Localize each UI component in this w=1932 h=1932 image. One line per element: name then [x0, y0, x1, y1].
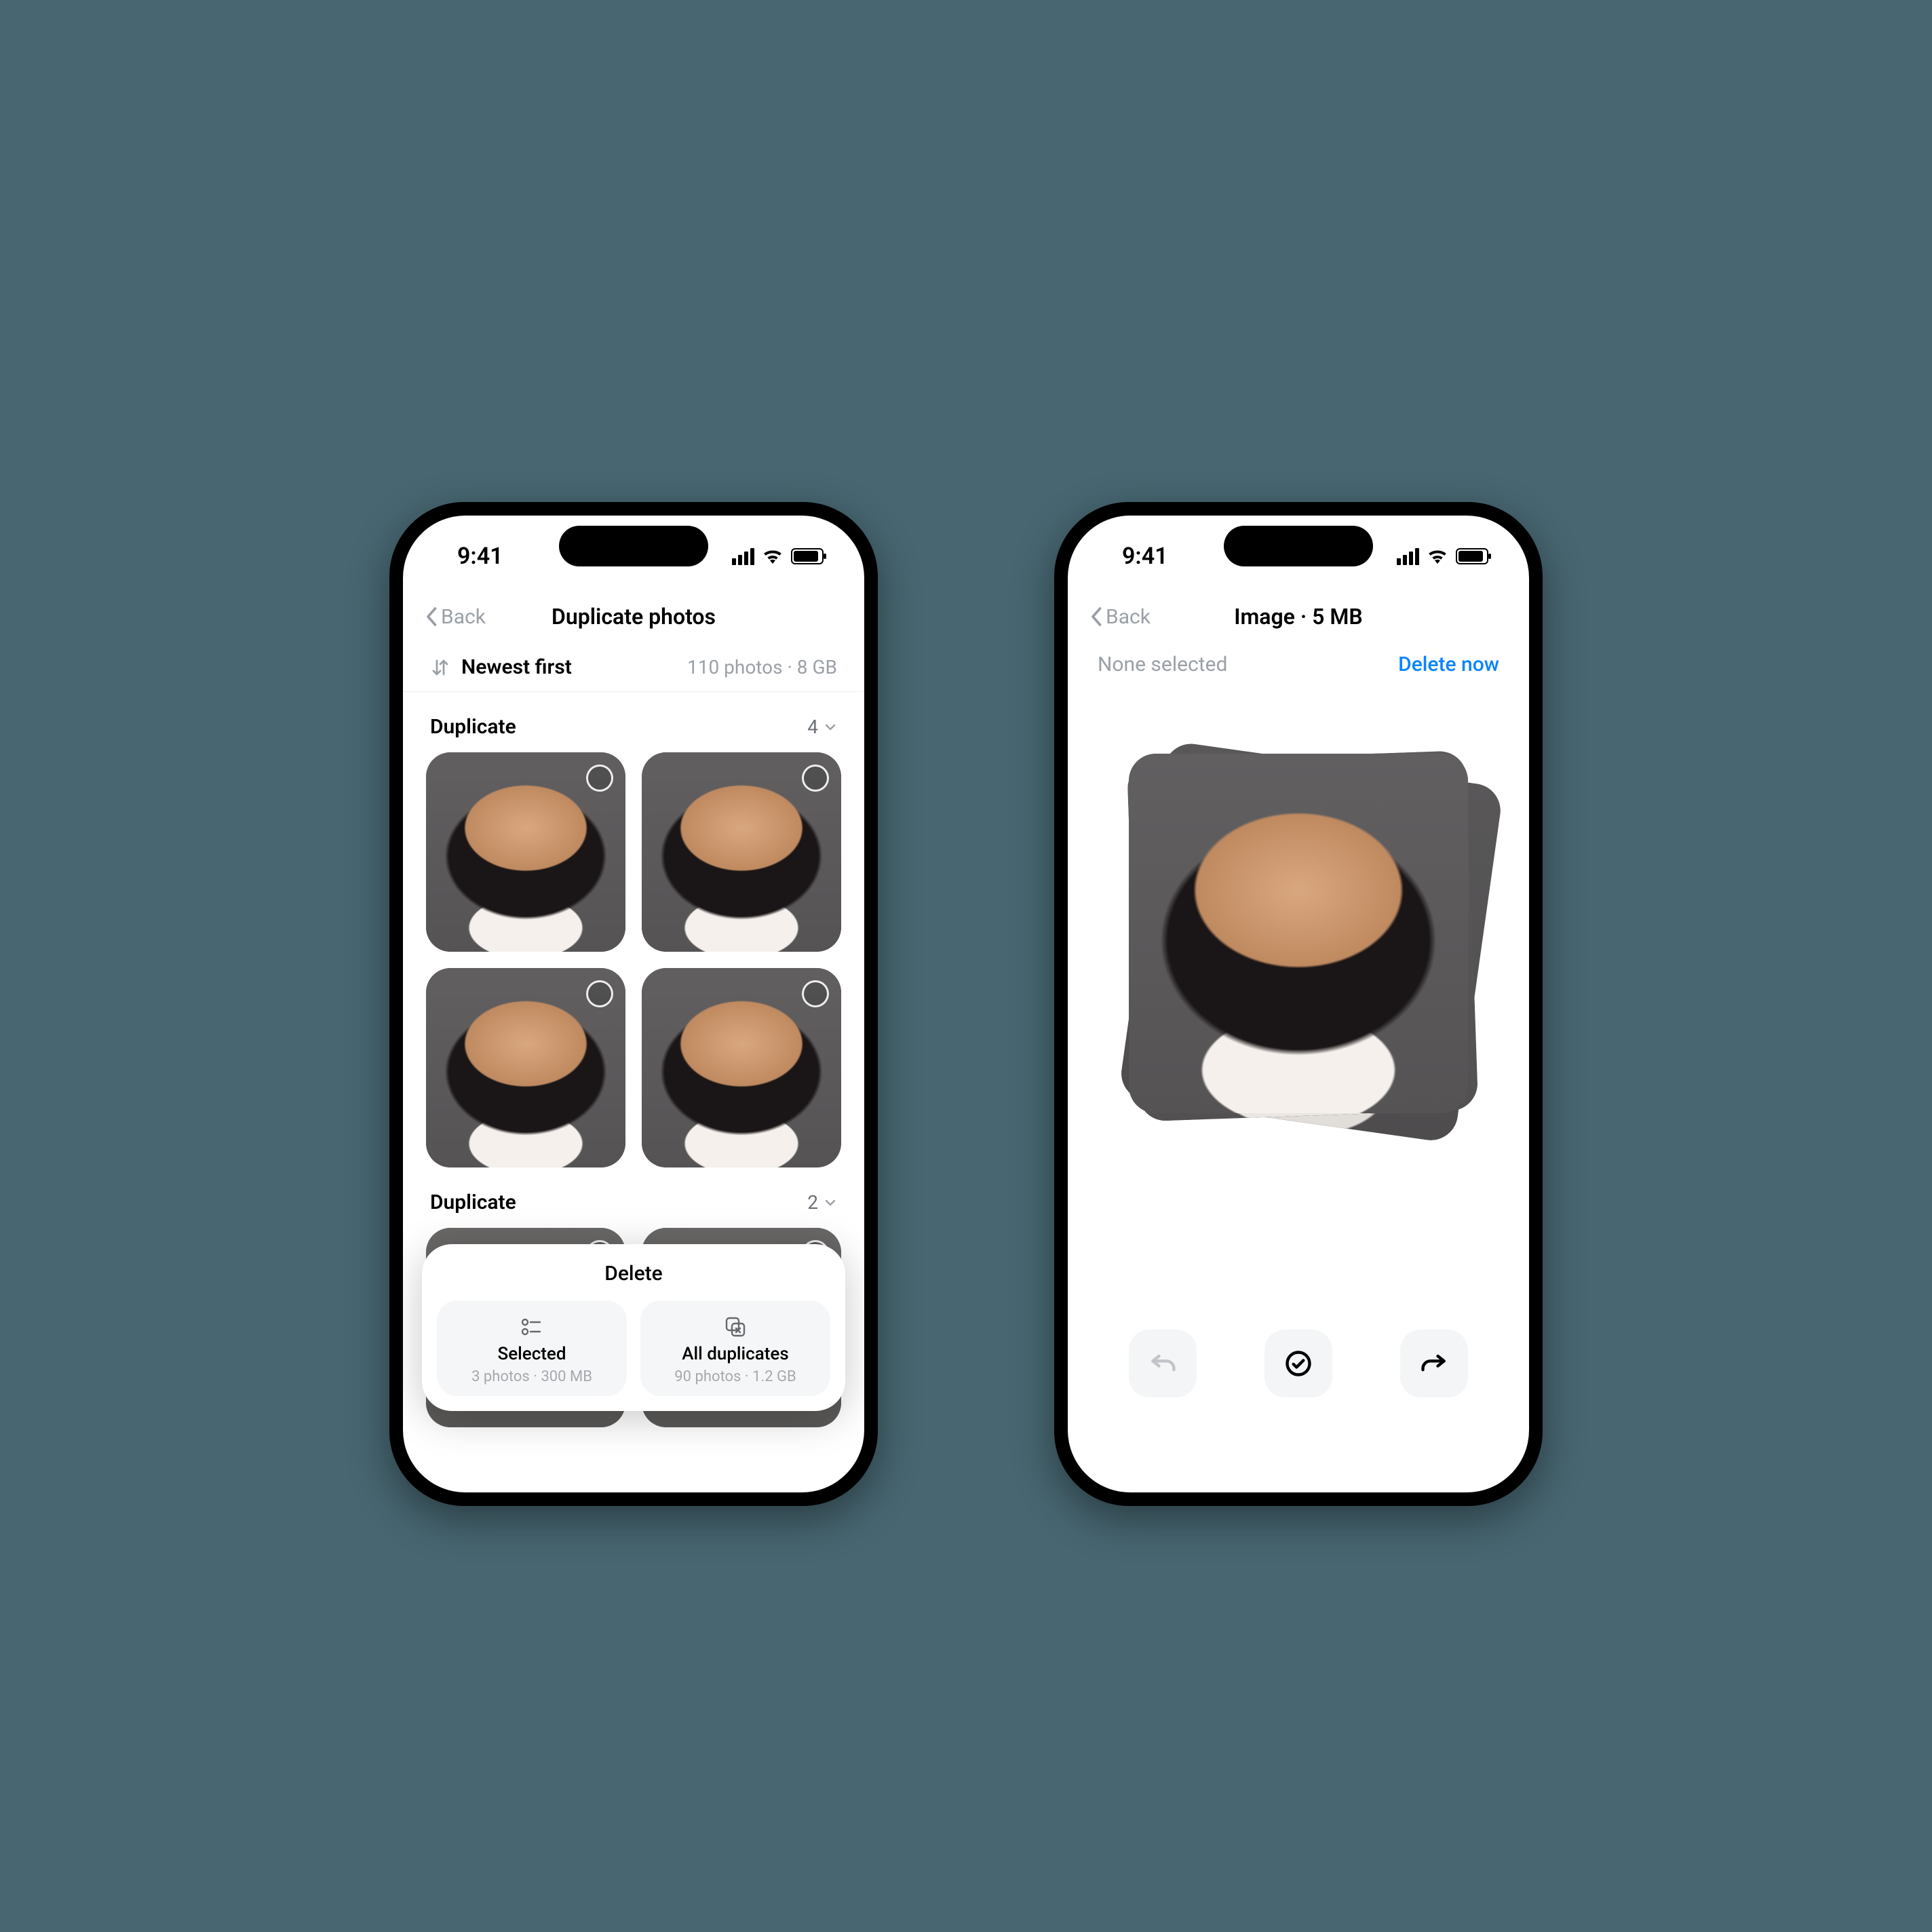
- delete-sheet: Delete Selected 3 photos · 300 MB All du…: [422, 1244, 845, 1411]
- button-subtext: 90 photos · 1.2 GB: [647, 1368, 824, 1385]
- photo-thumb[interactable]: [426, 968, 625, 1167]
- group-count: 2: [807, 1191, 837, 1214]
- keep-button[interactable]: [1264, 1330, 1332, 1397]
- undo-button[interactable]: [1129, 1330, 1197, 1397]
- select-circle[interactable]: [586, 980, 613, 1007]
- sort-label: Newest first: [461, 655, 572, 679]
- cellular-icon: [732, 548, 754, 565]
- screen-list: 9:41 Back Duplicate photos Newest first …: [403, 516, 864, 1492]
- chevron-down-icon: [824, 720, 837, 734]
- filter-bar: Newest first 110 photos · 8 GB: [403, 643, 864, 692]
- group-header[interactable]: Duplicate 4: [426, 692, 841, 752]
- chevron-left-icon: [426, 606, 438, 627]
- group-count: 4: [807, 716, 837, 738]
- portrait-image: [1129, 754, 1468, 1113]
- selected-icon: [444, 1315, 620, 1338]
- phone-mockup-list: 9:41 Back Duplicate photos Newest first …: [389, 502, 878, 1506]
- chevron-left-icon: [1091, 606, 1103, 627]
- cellular-icon: [1397, 548, 1419, 565]
- status-indicators: [732, 548, 824, 565]
- share-icon: [1419, 1349, 1449, 1378]
- status-time: 9:41: [1122, 543, 1168, 570]
- group-title: Duplicate: [430, 715, 516, 739]
- group-title: Duplicate: [430, 1191, 516, 1214]
- status-time: 9:41: [457, 543, 503, 570]
- chevron-down-icon: [824, 1196, 837, 1210]
- sort-button[interactable]: Newest first: [430, 655, 572, 679]
- back-button[interactable]: Back: [1091, 605, 1151, 629]
- back-button[interactable]: Back: [426, 605, 486, 629]
- photo-grid: [426, 752, 841, 1167]
- notch: [1224, 526, 1373, 566]
- button-label: All duplicates: [647, 1344, 824, 1364]
- wifi-icon: [762, 549, 783, 564]
- photo-thumb[interactable]: [642, 968, 841, 1167]
- wifi-icon: [1427, 549, 1448, 564]
- button-subtext: 3 photos · 300 MB: [444, 1368, 620, 1385]
- sheet-title: Delete: [437, 1262, 830, 1286]
- button-label: Selected: [444, 1344, 620, 1364]
- undo-icon: [1148, 1349, 1178, 1378]
- summary-text: 110 photos · 8 GB: [687, 656, 837, 678]
- back-label: Back: [441, 605, 486, 629]
- battery-icon: [1456, 548, 1488, 564]
- selection-bar: None selected Delete now: [1068, 643, 1529, 693]
- page-title: Image · 5 MB: [1234, 604, 1362, 630]
- page-title: Duplicate photos: [552, 604, 716, 630]
- back-label: Back: [1106, 605, 1151, 629]
- check-circle-icon: [1283, 1349, 1313, 1378]
- select-circle[interactable]: [802, 765, 829, 792]
- stack-card-front[interactable]: [1129, 754, 1468, 1113]
- selection-status: None selected: [1098, 653, 1227, 676]
- notch: [559, 526, 708, 566]
- nav-bar: Back Image · 5 MB: [1068, 597, 1529, 643]
- delete-all-button[interactable]: All duplicates 90 photos · 1.2 GB: [640, 1300, 830, 1396]
- select-circle[interactable]: [802, 980, 829, 1007]
- delete-selected-button[interactable]: Selected 3 photos · 300 MB: [437, 1300, 627, 1396]
- battery-icon: [791, 548, 824, 564]
- phone-mockup-detail: 9:41 Back Image · 5 MB None selected Del…: [1054, 502, 1543, 1506]
- duplicates-icon: [647, 1315, 824, 1338]
- action-bar: [1068, 1330, 1529, 1397]
- share-button[interactable]: [1400, 1330, 1468, 1397]
- select-circle[interactable]: [586, 765, 613, 792]
- screen-detail: 9:41 Back Image · 5 MB None selected Del…: [1068, 516, 1529, 1492]
- sort-icon: [430, 657, 450, 678]
- nav-bar: Back Duplicate photos: [403, 597, 864, 643]
- photo-thumb[interactable]: [426, 752, 625, 952]
- photo-thumb[interactable]: [642, 752, 841, 952]
- group-header[interactable]: Duplicate 2: [426, 1167, 841, 1228]
- status-indicators: [1397, 548, 1488, 565]
- photo-stack[interactable]: [1129, 754, 1468, 1113]
- delete-now-button[interactable]: Delete now: [1398, 653, 1499, 676]
